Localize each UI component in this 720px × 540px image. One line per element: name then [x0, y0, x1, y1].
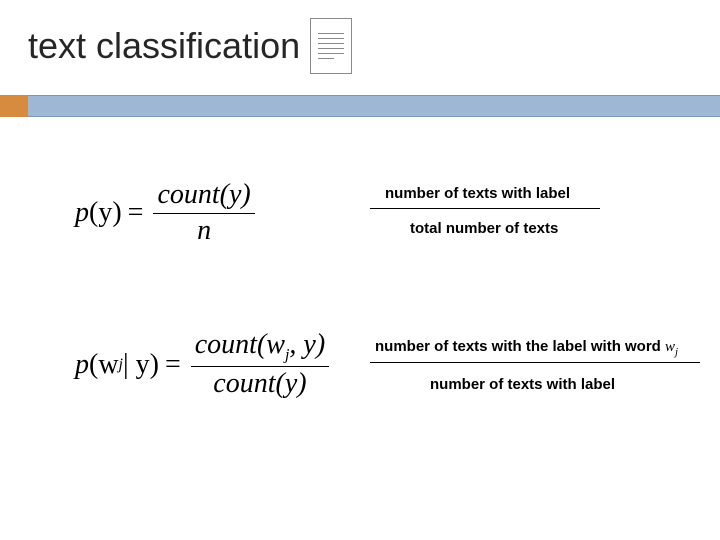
f1-arg: (y) — [89, 197, 122, 229]
accent-square — [0, 95, 28, 117]
f1-eq: = — [128, 197, 144, 229]
f2-p: p — [75, 349, 89, 381]
f2-explain-den: number of texts with label — [430, 376, 615, 393]
f2-den: count(y) — [209, 369, 310, 400]
formula-likelihood: p(wj | y) = count(wj, y) count(y) — [75, 330, 333, 400]
f2-num: count(wj, y) — [191, 330, 329, 364]
document-icon — [310, 18, 352, 74]
page-title: text classification — [28, 25, 300, 67]
f1-den: n — [193, 216, 215, 247]
f1-explain-num: number of texts with label — [385, 185, 570, 202]
f2-arg-close: | y) — [123, 349, 159, 381]
f2-explain-divider — [370, 362, 700, 363]
f1-explain-den: total number of texts — [410, 220, 558, 237]
f2-eq: = — [165, 349, 181, 381]
formula-prior: p(y) = count(y) n — [75, 180, 259, 247]
f1-explain-divider — [370, 208, 600, 209]
f1-num: count(y) — [153, 180, 254, 211]
f2-explain-num: number of texts with the label with word… — [375, 338, 678, 358]
accent-bar — [0, 95, 720, 117]
f2-arg-open: (w — [89, 349, 119, 381]
f1-p: p — [75, 197, 89, 229]
